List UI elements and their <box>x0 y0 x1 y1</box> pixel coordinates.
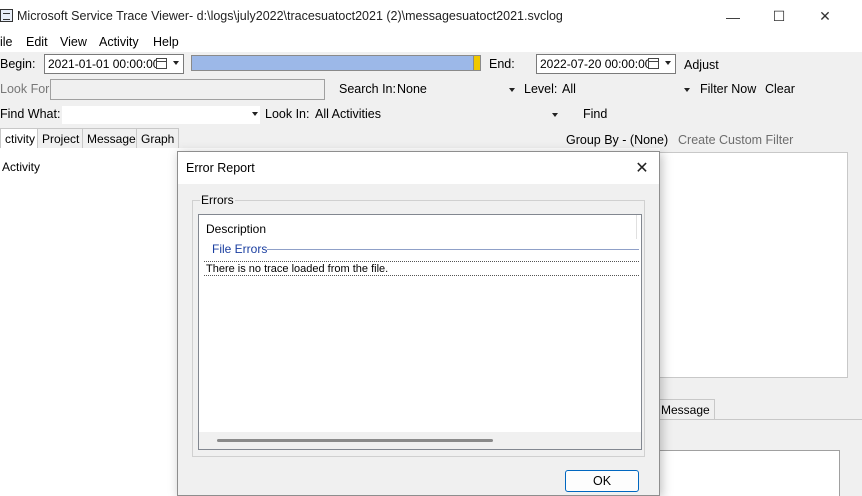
close-button[interactable]: ✕ <box>802 0 848 33</box>
clear-button[interactable]: Clear <box>765 82 795 96</box>
group-divider <box>267 249 639 250</box>
title-bar: Microsoft Service Trace Viewer- d:\logs\… <box>0 0 862 33</box>
description-column-header[interactable]: Description <box>206 222 266 236</box>
level-label: Level: <box>524 82 558 96</box>
detail-content <box>656 450 840 496</box>
find-toolbar: Find What: Look In: All Activities Find <box>0 102 862 127</box>
minimize-button[interactable]: — <box>710 0 756 33</box>
begin-value: 2021-01-01 00:00:00 <box>48 57 160 71</box>
begin-datetime-picker[interactable]: 2021-01-01 00:00:00 <box>44 54 184 74</box>
begin-label: Begin: <box>0 57 36 71</box>
chevron-down-icon <box>173 61 179 65</box>
search-in-select[interactable]: None <box>397 82 517 98</box>
look-in-value: All Activities <box>315 107 381 121</box>
window-title: Microsoft Service Trace Viewer- d:\logs\… <box>17 9 563 23</box>
level-select[interactable]: All <box>562 82 692 98</box>
calendar-icon <box>648 58 659 69</box>
tab-detail-message[interactable]: Message <box>656 399 715 419</box>
menu-help[interactable]: Help <box>153 35 179 49</box>
find-button[interactable]: Find <box>583 107 607 121</box>
errors-list[interactable]: Description File Errors There is no trac… <box>198 214 642 450</box>
scrollbar-thumb[interactable] <box>217 439 493 442</box>
find-what-input[interactable] <box>62 106 260 124</box>
right-panel-edge <box>848 152 862 378</box>
menu-view[interactable]: View <box>60 35 87 49</box>
chevron-down-icon <box>252 112 258 116</box>
maximize-button[interactable]: ☐ <box>756 0 802 33</box>
group-by-dropdown[interactable]: Group By - (None) <box>566 133 668 147</box>
ok-button[interactable]: OK <box>565 470 639 492</box>
calendar-icon <box>156 58 167 69</box>
chevron-down-icon <box>509 88 515 92</box>
errors-group-label: Errors <box>200 193 235 207</box>
tab-message[interactable]: Message <box>82 128 141 148</box>
tab-project[interactable]: Project <box>37 128 85 148</box>
look-for-input[interactable] <box>50 79 325 100</box>
error-description: There is no trace loaded from the file. <box>206 263 389 275</box>
find-what-label: Find What: <box>0 107 61 121</box>
column-divider <box>636 215 637 239</box>
activity-column-header[interactable]: Activity <box>2 160 40 174</box>
file-errors-group-header: File Errors <box>212 242 268 256</box>
tab-graph[interactable]: Graph <box>136 128 180 148</box>
end-datetime-picker[interactable]: 2022-07-20 00:00:00 <box>536 54 676 74</box>
error-report-dialog: Error Report ✕ Errors Description File E… <box>177 151 660 496</box>
search-in-value: None <box>397 82 427 96</box>
chevron-down-icon <box>552 113 558 117</box>
horizontal-scrollbar[interactable] <box>199 432 641 449</box>
slider-handle[interactable] <box>473 56 480 70</box>
dialog-close-button[interactable]: ✕ <box>629 155 655 181</box>
end-value: 2022-07-20 00:00:00 <box>540 57 652 71</box>
detail-panel <box>650 419 862 496</box>
menu-activity[interactable]: Activity <box>99 35 139 49</box>
splitter[interactable] <box>650 378 862 398</box>
menu-bar: ile Edit View Activity Help <box>0 33 862 52</box>
trace-list-panel <box>650 152 848 378</box>
chevron-down-icon <box>665 61 671 65</box>
list-item[interactable]: There is no trace loaded from the file. <box>204 261 639 276</box>
filter-now-button[interactable]: Filter Now <box>700 82 756 96</box>
app-icon <box>0 9 13 22</box>
dialog-title: Error Report <box>186 161 255 175</box>
dialog-title-bar: Error Report ✕ <box>178 152 659 184</box>
adjust-button[interactable]: Adjust <box>684 58 719 72</box>
time-range-slider[interactable] <box>191 55 481 71</box>
end-label: End: <box>489 57 515 71</box>
look-in-select[interactable]: All Activities <box>315 107 560 123</box>
menu-file[interactable]: ile <box>0 35 13 49</box>
create-custom-filter-button[interactable]: Create Custom Filter <box>678 133 793 147</box>
errors-groupbox: Errors Description File Errors There is … <box>192 193 645 457</box>
level-value: All <box>562 82 576 96</box>
search-in-label: Search In: <box>339 82 396 96</box>
tab-activity[interactable]: ctivity <box>0 128 40 148</box>
chevron-down-icon <box>684 88 690 92</box>
look-in-label: Look In: <box>265 107 310 121</box>
look-for-label: Look For <box>0 82 50 96</box>
menu-edit[interactable]: Edit <box>26 35 48 49</box>
